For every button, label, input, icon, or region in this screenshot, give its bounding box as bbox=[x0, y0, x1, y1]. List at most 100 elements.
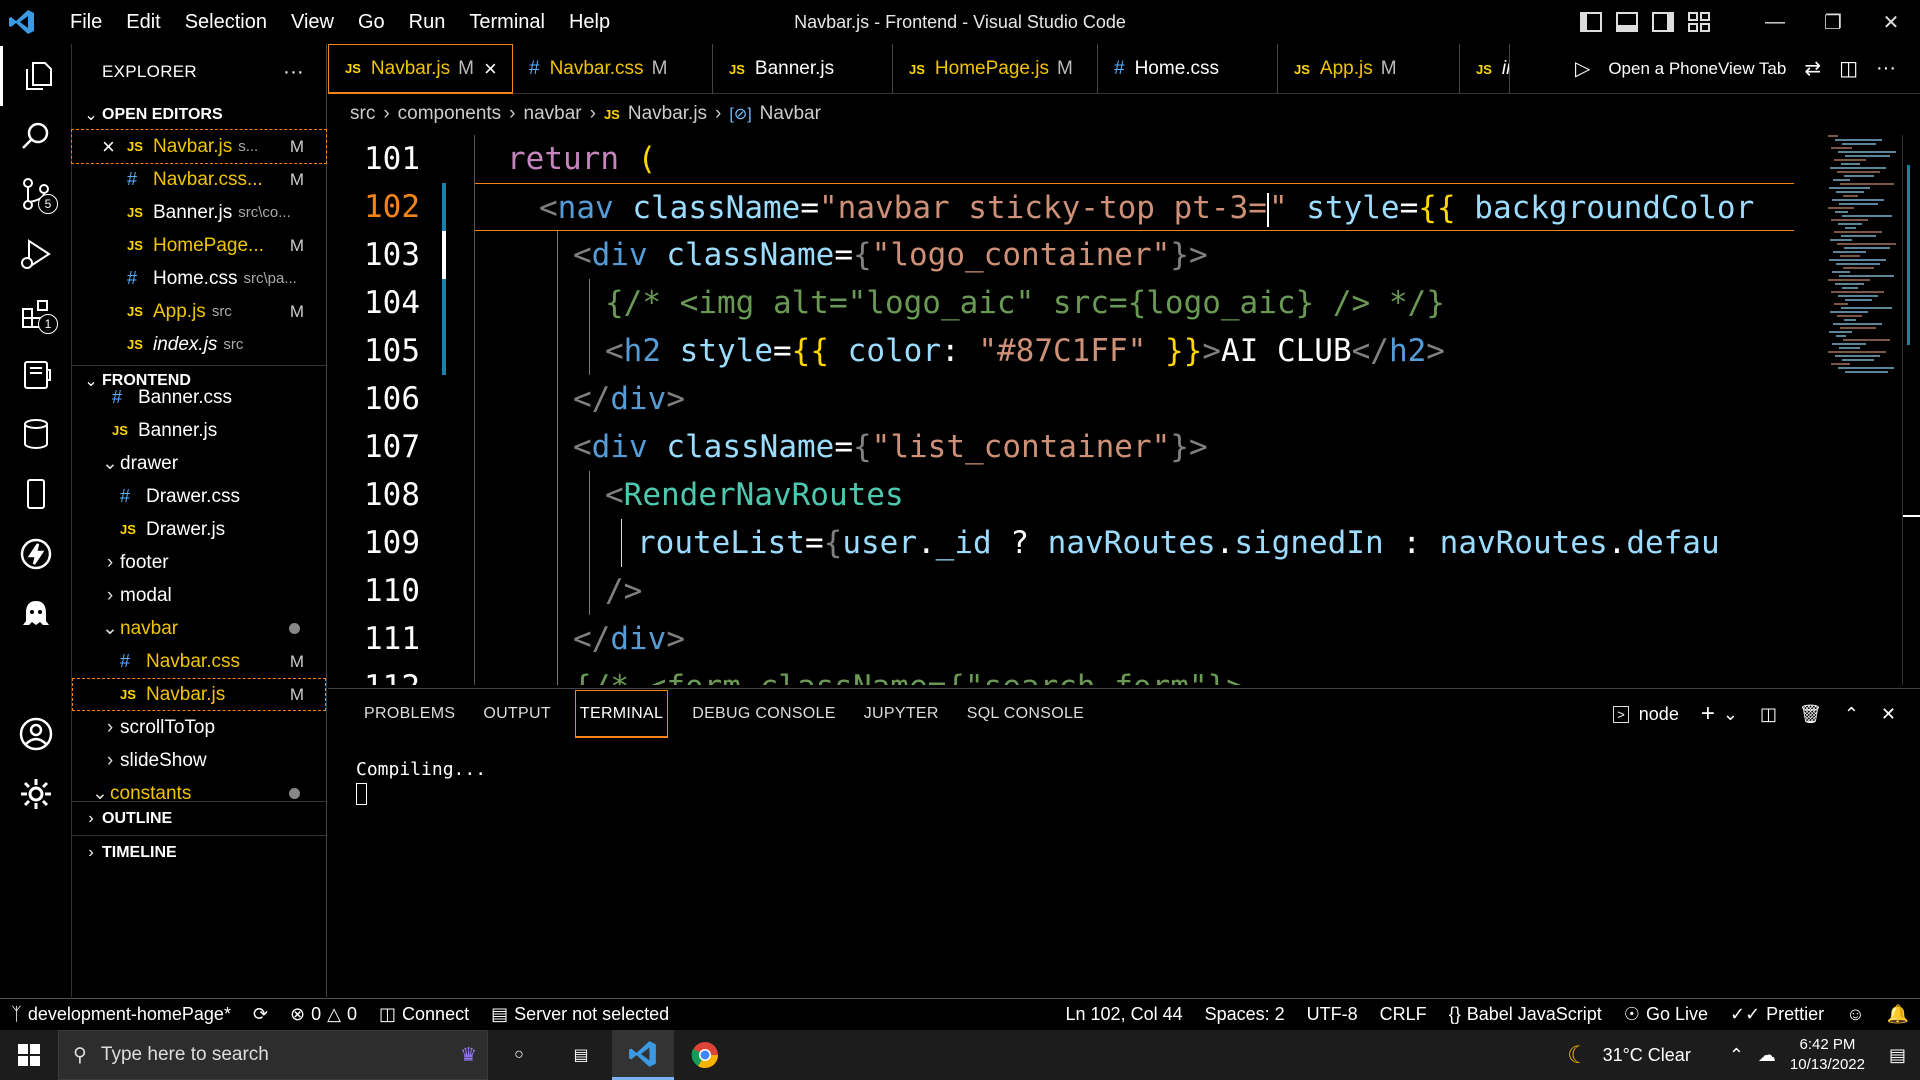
problems-summary[interactable]: ⊗ 0 △ 0 bbox=[279, 1004, 368, 1025]
extensions-icon[interactable]: 1 bbox=[0, 284, 72, 344]
new-terminal-icon[interactable]: + bbox=[1701, 700, 1715, 728]
open-editor-item[interactable]: JS Banner.js src\co... bbox=[72, 196, 326, 229]
windows-start-icon[interactable] bbox=[0, 1030, 58, 1080]
server-status[interactable]: ▤ Server not selected bbox=[480, 1004, 680, 1025]
connect-button[interactable]: ◫ Connect bbox=[368, 1004, 480, 1025]
breadcrumb-src[interactable]: src bbox=[350, 103, 375, 125]
search-icon[interactable] bbox=[0, 106, 72, 166]
source-control-icon[interactable]: 5 bbox=[0, 164, 72, 224]
cursor-position[interactable]: Ln 102, Col 44 bbox=[1055, 1004, 1194, 1025]
editor-tab[interactable]: JS App.js M bbox=[1278, 44, 1460, 94]
tab-terminal[interactable]: TERMINAL bbox=[574, 690, 669, 738]
vscode-taskbar-icon[interactable] bbox=[612, 1030, 674, 1080]
code-area[interactable]: return ( <nav className="navbar sticky-t… bbox=[474, 135, 1794, 685]
play-icon[interactable]: ▷ bbox=[1575, 56, 1590, 81]
open-editor-item[interactable]: # Navbar.css... M bbox=[72, 163, 326, 196]
open-editor-item[interactable]: JS App.js src M bbox=[72, 295, 326, 328]
phone-icon[interactable] bbox=[0, 464, 72, 524]
tab-problems[interactable]: PROBLEMS bbox=[350, 689, 469, 739]
breadcrumb-file[interactable]: Navbar.js bbox=[628, 103, 707, 125]
editor-tab[interactable]: # Home.css bbox=[1098, 44, 1278, 94]
ghost-icon[interactable] bbox=[0, 584, 72, 644]
editor-more-actions-icon[interactable]: ··· bbox=[1876, 57, 1896, 80]
menu-go[interactable]: Go bbox=[346, 11, 397, 34]
tree-folder[interactable]: › scrollToTop bbox=[72, 711, 326, 744]
tree-folder[interactable]: › footer bbox=[72, 546, 326, 579]
menu-terminal[interactable]: Terminal bbox=[457, 11, 557, 34]
sync-icon[interactable]: ⟳ bbox=[242, 1004, 279, 1025]
close-tab-icon[interactable]: × bbox=[484, 56, 497, 82]
editor-tab[interactable]: JS ind bbox=[1460, 44, 1510, 94]
tree-file[interactable]: JS Drawer.js bbox=[72, 513, 326, 546]
close-window-button[interactable]: ✕ bbox=[1862, 10, 1920, 35]
minimize-button[interactable]: — bbox=[1746, 11, 1804, 34]
menu-file[interactable]: File bbox=[58, 11, 114, 34]
tab-debug-console[interactable]: DEBUG CONSOLE bbox=[678, 689, 850, 739]
compare-changes-icon[interactable]: ⇄ bbox=[1804, 56, 1821, 81]
tree-file[interactable]: # Navbar.css M bbox=[72, 645, 326, 678]
lightning-icon[interactable] bbox=[0, 524, 72, 584]
cortana-icon[interactable]: ○ bbox=[488, 1030, 550, 1080]
chevron-up-icon[interactable]: ⌃ bbox=[1729, 1045, 1744, 1066]
menu-view[interactable]: View bbox=[279, 11, 346, 34]
menu-run[interactable]: Run bbox=[397, 11, 458, 34]
code-editor[interactable]: 101 102 103 104 105 106 107 108 109 110 111 112 ret… bbox=[328, 135, 1920, 685]
tree-folder[interactable]: ⌄ constants bbox=[72, 777, 326, 801]
open-editor-item[interactable]: JS index.js src bbox=[72, 328, 326, 361]
notifications-icon[interactable]: ▤ bbox=[1889, 1045, 1906, 1066]
notifications-bell-icon[interactable]: 🔔 bbox=[1876, 1004, 1920, 1025]
editor-tab[interactable]: JS HomePage.js M bbox=[893, 44, 1098, 94]
breadcrumb-symbol[interactable]: Navbar bbox=[760, 103, 821, 125]
editor-tab[interactable]: # Navbar.css M bbox=[513, 44, 713, 94]
account-icon[interactable] bbox=[0, 704, 72, 764]
menu-edit[interactable]: Edit bbox=[114, 11, 172, 34]
open-editors-header[interactable]: ⌄ OPEN EDITORS bbox=[72, 100, 326, 130]
maximize-panel-icon[interactable]: ⌃ bbox=[1844, 704, 1859, 725]
tab-sql-console[interactable]: SQL CONSOLE bbox=[953, 689, 1098, 739]
toggle-secondary-sidebar-icon[interactable] bbox=[1652, 12, 1674, 32]
feedback-icon[interactable]: ☺ bbox=[1835, 1004, 1875, 1025]
trash-icon[interactable]: 🗑 bbox=[1799, 704, 1822, 725]
menu-selection[interactable]: Selection bbox=[173, 11, 279, 34]
cloud-icon[interactable]: ☁ bbox=[1758, 1045, 1776, 1066]
weather-label[interactable]: 31°C Clear bbox=[1603, 1045, 1691, 1066]
tree-file[interactable]: # Banner.css bbox=[72, 381, 326, 414]
tree-folder[interactable]: ⌄ drawer bbox=[72, 447, 326, 480]
files-icon[interactable] bbox=[0, 46, 72, 106]
vertical-scrollbar[interactable] bbox=[1902, 135, 1920, 685]
line-endings[interactable]: CRLF bbox=[1369, 1004, 1438, 1025]
run-debug-icon[interactable] bbox=[0, 224, 72, 284]
terminal-output[interactable]: Compiling... bbox=[356, 757, 486, 813]
open-editor-item[interactable]: × JS Navbar.js s... M bbox=[71, 129, 327, 164]
close-panel-icon[interactable]: ✕ bbox=[1881, 704, 1896, 725]
go-live-button[interactable]: ☉ Go Live bbox=[1613, 1004, 1719, 1025]
tab-output[interactable]: OUTPUT bbox=[469, 689, 565, 739]
database-icon[interactable] bbox=[0, 404, 72, 464]
breadcrumb-navbar[interactable]: navbar bbox=[524, 103, 582, 125]
split-terminal-icon[interactable]: ◫ bbox=[1760, 704, 1777, 725]
language-mode[interactable]: {} Babel JavaScript bbox=[1438, 1004, 1613, 1025]
tree-folder[interactable]: › slideShow bbox=[72, 744, 326, 777]
settings-gear-icon[interactable] bbox=[0, 764, 72, 824]
indentation[interactable]: Spaces: 2 bbox=[1194, 1004, 1296, 1025]
remote-explorer-icon[interactable] bbox=[0, 344, 72, 404]
prettier-button[interactable]: ✓✓ Prettier bbox=[1719, 1004, 1835, 1025]
phoneview-link[interactable]: Open a PhoneView Tab bbox=[1608, 59, 1786, 79]
tree-folder[interactable]: ⌄ navbar bbox=[72, 612, 326, 645]
restore-button[interactable]: ❐ bbox=[1804, 10, 1862, 35]
toggle-panel-icon[interactable] bbox=[1616, 12, 1638, 32]
taskbar-search[interactable]: ⚲ Type here to search ♛ bbox=[58, 1030, 488, 1080]
tab-jupyter[interactable]: JUPYTER bbox=[850, 689, 953, 739]
tree-folder[interactable]: › modal bbox=[72, 579, 326, 612]
split-editor-icon[interactable]: ◫ bbox=[1839, 56, 1858, 81]
chrome-taskbar-icon[interactable] bbox=[674, 1030, 736, 1080]
tree-file[interactable]: JS Banner.js bbox=[72, 414, 326, 447]
breadcrumb-components[interactable]: components bbox=[398, 103, 502, 125]
terminal-name[interactable]: node bbox=[1639, 704, 1679, 725]
git-branch[interactable]: ᛉ development-homePage* bbox=[0, 1004, 242, 1025]
timeline-header[interactable]: › TIMELINE bbox=[72, 835, 326, 869]
chevron-down-icon[interactable]: ⌄ bbox=[1723, 704, 1738, 725]
explorer-more-actions-icon[interactable]: ··· bbox=[283, 61, 304, 84]
editor-tab[interactable]: JS Navbar.js M × bbox=[328, 44, 513, 94]
outline-header[interactable]: › OUTLINE bbox=[72, 801, 326, 835]
